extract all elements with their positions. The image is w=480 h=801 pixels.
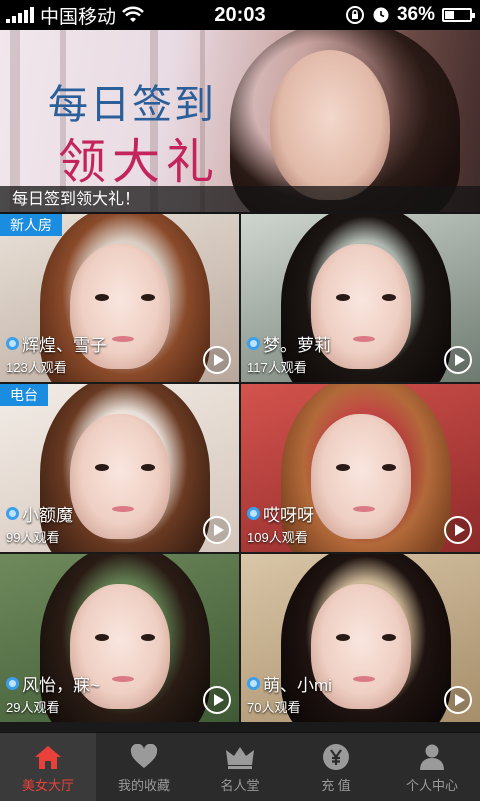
bottom-tab-bar: 美女大厅 我的收藏 名人堂 充 值 个人中心: [0, 732, 480, 801]
status-bar: 中国移动 20:03 36%: [0, 0, 480, 30]
viewer-count: 117人观看: [247, 360, 307, 375]
tab-label: 名人堂: [220, 778, 260, 793]
room-badge: 新人房: [0, 214, 62, 236]
host-name: 萌、小mi: [263, 676, 332, 695]
tab-label: 美女大厅: [21, 778, 74, 793]
host-icon: [247, 677, 260, 690]
host-icon: [6, 337, 19, 350]
banner-subtitle: 领大礼: [58, 134, 221, 190]
carrier-name: 中国移动: [40, 6, 117, 28]
crown-icon: [225, 743, 255, 771]
room-badge: 电台: [0, 384, 48, 406]
host-name: 小额魔: [22, 506, 73, 525]
room-card[interactable]: 哎呀呀 109人观看: [241, 384, 480, 552]
signal-icon: [6, 7, 34, 23]
host-name: 风怡，寐~: [22, 676, 100, 695]
room-card[interactable]: 新人房 辉煌、雪子 123人观看: [0, 214, 239, 382]
person-icon: [418, 743, 446, 771]
signin-banner[interactable]: 每日签到 领大礼: [0, 30, 480, 212]
home-icon: [34, 743, 62, 771]
viewer-count: 70人观看: [247, 700, 301, 715]
viewer-count: 29人观看: [6, 700, 60, 715]
viewer-count: 123人观看: [6, 360, 67, 375]
host-name: 辉煌、雪子: [22, 336, 107, 355]
heart-icon: [130, 743, 158, 771]
play-icon[interactable]: [444, 516, 472, 544]
host-icon: [6, 677, 19, 690]
play-icon[interactable]: [203, 516, 231, 544]
tab-label: 我的收藏: [117, 778, 170, 793]
tab-yen[interactable]: 充 值: [288, 733, 384, 801]
host-icon: [6, 507, 19, 520]
battery-percent: 36%: [396, 4, 435, 25]
play-icon[interactable]: [203, 346, 231, 374]
room-card[interactable]: 电台 小额魔 99人观看: [0, 384, 239, 552]
alarm-icon: [373, 7, 389, 23]
play-icon[interactable]: [203, 686, 231, 714]
host-icon: [247, 507, 260, 520]
room-card[interactable]: 梦。萝莉 117人观看: [241, 214, 480, 382]
tab-home[interactable]: 美女大厅: [0, 733, 96, 801]
yen-icon: [322, 743, 350, 771]
host-name: 梦。萝莉: [263, 336, 331, 355]
room-card[interactable]: 风怡，寐~ 29人观看: [0, 554, 239, 722]
tab-label: 个人中心: [405, 778, 458, 793]
host-icon: [247, 337, 260, 350]
wifi-icon: [122, 6, 144, 22]
viewer-count: 99人观看: [6, 530, 60, 545]
tab-crown[interactable]: 名人堂: [192, 733, 288, 801]
banner-caption: 每日签到领大礼！: [0, 186, 480, 214]
battery-icon: [442, 8, 475, 22]
tab-label: 充 值: [321, 778, 351, 793]
play-icon[interactable]: [444, 686, 472, 714]
tab-heart[interactable]: 我的收藏: [96, 733, 192, 801]
rotation-lock-icon: [345, 6, 364, 24]
viewer-count: 109人观看: [247, 530, 308, 545]
room-card[interactable]: 萌、小mi 70人观看: [241, 554, 480, 722]
play-icon[interactable]: [444, 346, 472, 374]
host-name: 哎呀呀: [263, 506, 314, 525]
tab-person[interactable]: 个人中心: [384, 733, 480, 801]
